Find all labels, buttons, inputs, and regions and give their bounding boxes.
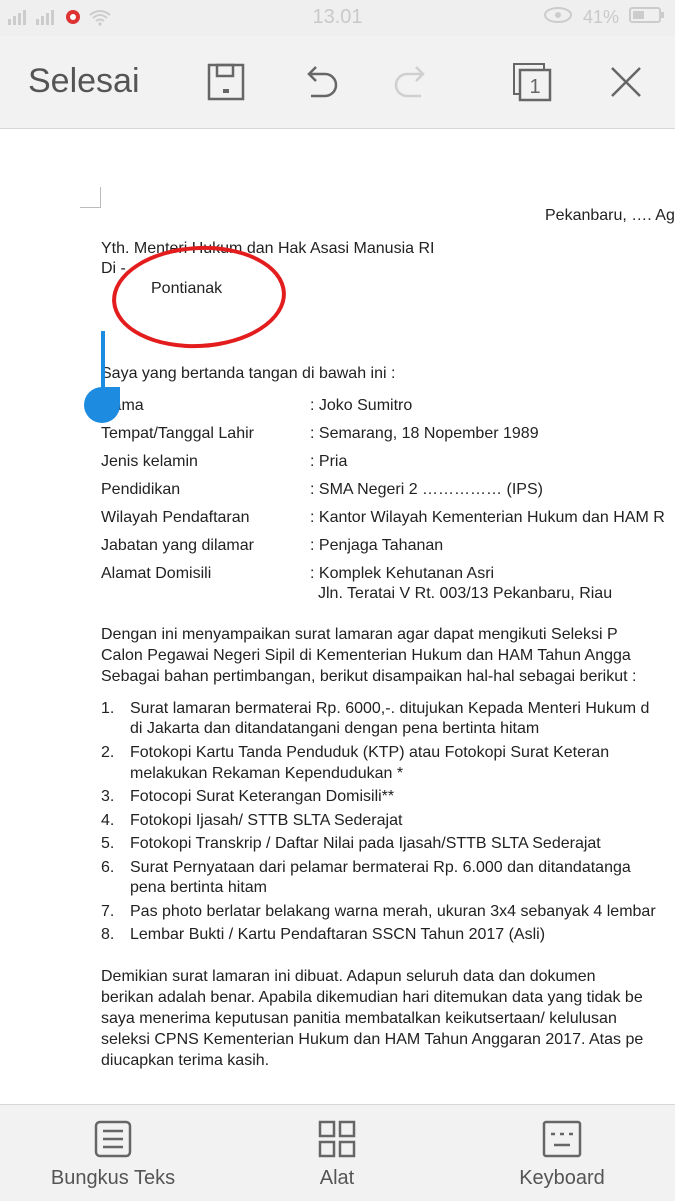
done-button[interactable]: Selesai <box>28 62 140 101</box>
bottom-bar: Bungkus Teks Alat Keyboard <box>0 1104 675 1201</box>
list-item-line: Fotokopi Transkrip / Daftar Nilai pada I… <box>130 835 601 852</box>
tools-button[interactable]: Alat <box>242 1119 432 1190</box>
list-item-line: Pas photo berlatar belakang warna merah,… <box>130 903 656 920</box>
list-item-line: di Jakarta dan ditandatangani dengan pen… <box>130 720 540 737</box>
list-item-line: Fotokopi Ijasah/ STTB SLTA Sederajat <box>130 812 403 829</box>
field-label: Alamat Domisili <box>101 565 212 582</box>
status-bar: 13.01 41% <box>0 0 675 36</box>
paragraph-2-line: seleksi CPNS Kementerian Hukum dan HAM T… <box>101 1031 644 1048</box>
keyboard-button[interactable]: Keyboard <box>467 1119 657 1190</box>
battery-icon <box>629 6 665 29</box>
redo-icon[interactable] <box>390 60 434 104</box>
list-number: 4. <box>101 812 115 829</box>
battery-percent: 41% <box>582 7 619 27</box>
list-number: 7. <box>101 903 115 920</box>
address-line-2: Jln. Teratai V Rt. 003/13 Pekanbaru, Ria… <box>318 585 613 602</box>
paragraph-1-line: Calon Pegawai Negeri Sipil di Kementeria… <box>101 647 631 664</box>
paragraph-2-line: Demikian surat lamaran ini dibuat. Adapu… <box>101 968 596 985</box>
list-item-line: Fotokopi Kartu Tanda Penduduk (KTP) atau… <box>130 744 610 761</box>
page-count-number: 1 <box>529 76 540 98</box>
page-count-icon[interactable]: 1 <box>510 60 554 104</box>
field-value: : SMA Negeri 2 …………… (IPS) <box>310 481 543 498</box>
wrap-text-icon <box>94 1120 132 1158</box>
field-label: Jenis kelamin <box>101 453 198 470</box>
wrap-text-label: Bungkus Teks <box>50 1167 176 1189</box>
wrap-text-button[interactable]: Bungkus Teks <box>18 1119 208 1190</box>
list-number: 5. <box>101 835 115 852</box>
field-value: : Penjaga Tahanan <box>310 537 444 554</box>
tools-grid-icon <box>318 1120 356 1158</box>
keyboard-icon <box>542 1120 582 1158</box>
field-label: Tempat/Tanggal Lahir <box>101 425 254 442</box>
paragraph-1-line: Dengan ini menyampaikan surat lamaran ag… <box>101 626 618 643</box>
handwritten-city: Pontianak <box>151 280 223 297</box>
page-margin-marker <box>80 187 101 208</box>
field-label: Jabatan yang dilamar <box>101 537 254 554</box>
save-icon[interactable] <box>204 60 248 104</box>
list-item-line: Surat lamaran bermaterai Rp. 6000,-. dit… <box>130 700 650 717</box>
paragraph-2-line: berikan adalah benar. Apabila dikemudian… <box>101 989 643 1006</box>
keyboard-label: Keyboard <box>519 1167 605 1189</box>
close-icon[interactable] <box>604 60 648 104</box>
paragraph-2-line: diucapkan terima kasih. <box>101 1052 270 1069</box>
list-item-line: Lembar Bukti / Kartu Pendaftaran SSCN Ta… <box>130 926 546 943</box>
cursor-drag-handle[interactable] <box>84 387 120 423</box>
intro-text: Saya yang bertanda tangan di bawah ini : <box>101 365 396 382</box>
field-label: Pendidikan <box>101 481 181 498</box>
eye-icon <box>543 6 573 29</box>
list-item-line: melakukan Rekaman Kependudukan * <box>130 765 404 782</box>
list-number: 1. <box>101 700 115 717</box>
field-value: : Pria <box>310 453 348 470</box>
tools-label: Alat <box>319 1167 355 1189</box>
list-number: 6. <box>101 859 115 876</box>
field-value: : Kantor Wilayah Kementerian Hukum dan H… <box>310 509 665 526</box>
list-number: 3. <box>101 788 115 805</box>
list-item-line: Fotocopi Surat Keterangan Domisili** <box>130 788 395 805</box>
status-icons-right: 41% <box>543 6 665 29</box>
list-item-line: pena bertinta hitam <box>130 879 267 896</box>
field-value: : Semarang, 18 Nopember 1989 <box>310 425 539 442</box>
field-label: Wilayah Pendaftaran <box>101 509 250 526</box>
list-number: 8. <box>101 926 115 943</box>
field-value: : Komplek Kehutanan Asri <box>310 565 495 582</box>
list-number: 2. <box>101 744 115 761</box>
undo-icon[interactable] <box>298 60 342 104</box>
paragraph-2-line: saya menerima keputusan panitia membatal… <box>101 1010 617 1027</box>
date-line: Pekanbaru, …. Agu <box>545 207 675 224</box>
document-page[interactable]: Pekanbaru, …. Agu Yth. Menteri Hukum dan… <box>0 129 675 1104</box>
list-item-line: Surat Pernyataan dari pelamar bermaterai… <box>130 859 631 876</box>
paragraph-1-line: Sebagai bahan pertimbangan, berikut disa… <box>101 668 637 685</box>
editor-toolbar: Selesai 1 <box>0 36 675 129</box>
field-value: : Joko Sumitro <box>310 397 413 414</box>
